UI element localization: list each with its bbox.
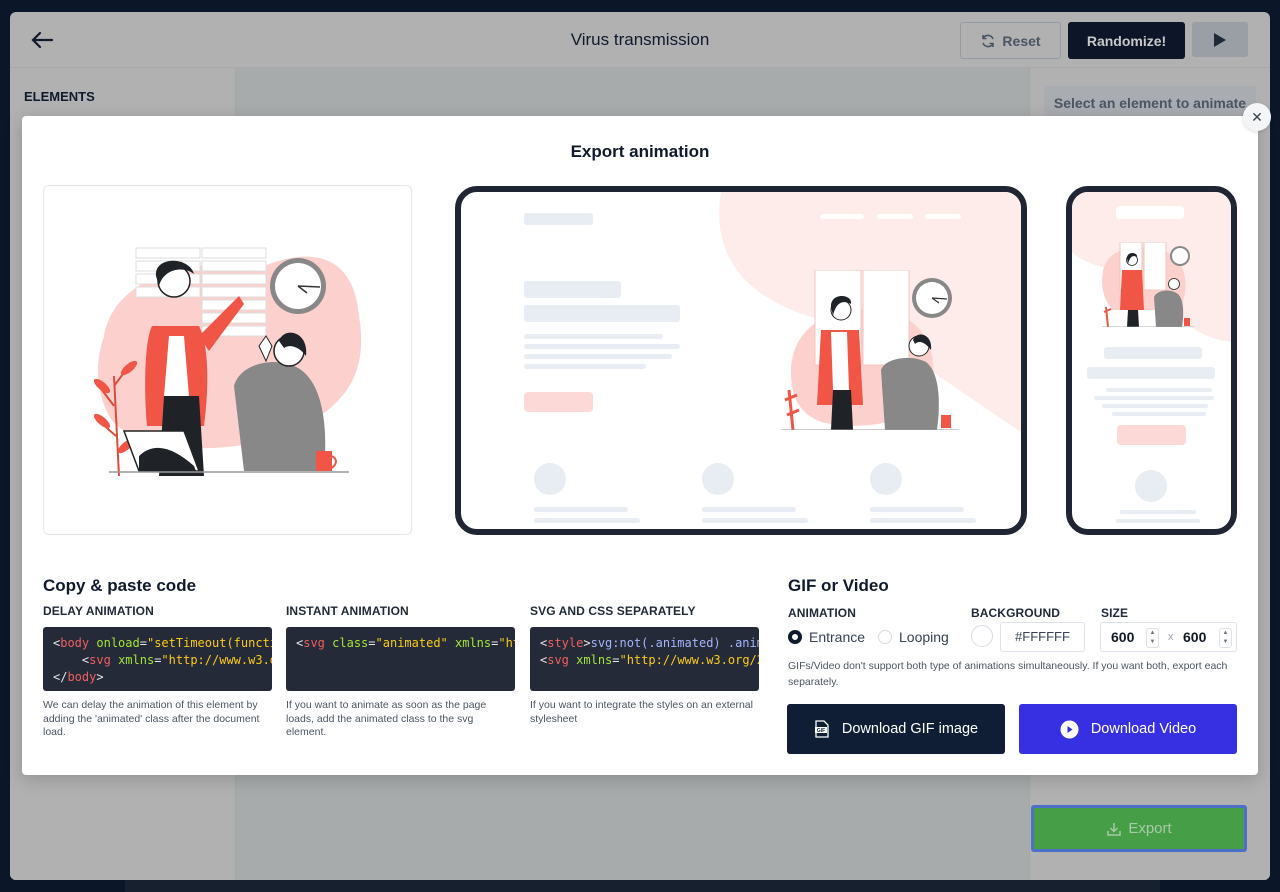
logo-skeleton <box>524 213 593 225</box>
coffee-mug <box>316 451 337 471</box>
animation-label: ANIMATION <box>788 606 857 620</box>
text-skeleton <box>524 334 663 339</box>
nav-skeleton <box>877 214 913 219</box>
illustration <box>93 247 362 477</box>
mobile-heading-skeleton <box>1104 347 1202 359</box>
code-line: </body> <box>53 670 104 684</box>
elements-heading: ELEMENTS <box>24 89 95 104</box>
download-icon <box>1107 822 1122 836</box>
code-line: <svg xmlns="http://www.w3.org <box>81 653 272 667</box>
mobile-text-skeleton <box>1106 388 1212 392</box>
mobile-text-skeleton <box>1094 396 1214 400</box>
feature-icon-skeleton <box>870 463 902 495</box>
mobile-cta-skeleton <box>1117 425 1186 445</box>
code-line: <svg xmlns="http://www.w3.org/20 <box>540 653 759 667</box>
preview-mobile[interactable] <box>1066 186 1237 535</box>
width-input[interactable]: 600 <box>1111 629 1134 645</box>
gif-video-title: GIF or Video <box>788 576 889 595</box>
mobile-feature-icon-skeleton <box>1135 470 1167 502</box>
feature-text-skeleton <box>702 507 796 512</box>
background-label: BACKGROUND <box>971 606 1060 620</box>
code-line: <svg class="animated" xmlns="http <box>296 636 515 650</box>
feature-text-skeleton <box>702 518 808 523</box>
looping-label[interactable]: Looping <box>899 629 949 645</box>
feature-icon-skeleton <box>702 463 734 495</box>
mobile-logo-skeleton <box>1116 206 1184 219</box>
svg-css-code[interactable]: <style>svg:not(.animated) .anima <svg xm… <box>530 627 759 691</box>
export-button[interactable]: Export <box>1031 805 1247 852</box>
svg-text:GIF: GIF <box>817 728 825 734</box>
bottom-bar <box>125 880 1160 892</box>
text-skeleton <box>524 364 646 369</box>
copy-code-title: Copy & paste code <box>43 576 197 595</box>
text-skeleton <box>524 344 680 349</box>
cta-skeleton <box>524 392 593 412</box>
instant-animation-code[interactable]: <svg class="animated" xmlns="http <box>286 627 515 691</box>
reset-label: Reset <box>1002 32 1041 49</box>
preview-desktop[interactable] <box>455 186 1027 535</box>
code-line: <body onload="setTimeout(function <box>53 636 272 650</box>
play-icon <box>1214 32 1226 47</box>
mobile-text-skeleton <box>1102 404 1208 408</box>
download-video-label: Download Video <box>1090 721 1197 737</box>
feature-text-skeleton <box>534 507 628 512</box>
close-modal-button[interactable]: ✕ <box>1243 103 1271 131</box>
modal-title: Export animation <box>570 142 710 161</box>
randomize-button[interactable]: Randomize! <box>1068 22 1185 59</box>
close-icon: ✕ <box>1251 108 1263 125</box>
gif-video-note: GIFs/Video don't support both type of an… <box>788 660 1228 688</box>
preview-square[interactable] <box>43 185 412 535</box>
size-label: SIZE <box>1101 606 1129 620</box>
instant-animation-label: INSTANT ANIMATION <box>286 604 409 618</box>
download-gif-label: Download GIF image <box>841 721 979 737</box>
nav-skeleton <box>925 214 961 219</box>
size-separator: x <box>1168 631 1174 643</box>
delay-animation-label: DELAY ANIMATION <box>43 604 154 618</box>
feature-text-skeleton <box>870 518 976 523</box>
height-input[interactable]: 600 <box>1183 629 1206 645</box>
svg-css-description: If you want to integrate the styles on a… <box>530 699 753 725</box>
size-inputs: 600 ▲ ▼ x 600 ▲ ▼ <box>1100 622 1237 652</box>
delay-animation-description: We can delay the animation of this eleme… <box>43 699 260 738</box>
mobile-feature-text-skeleton <box>1116 519 1200 523</box>
editor-header: Virus transmission Reset Randomize! <box>10 12 1270 68</box>
desktop-illustration <box>781 270 959 430</box>
export-label: Export <box>1128 820 1172 837</box>
code-line: <style>svg:not(.animated) .anima <box>540 636 759 650</box>
gif-file-icon: GIF <box>814 720 829 738</box>
delay-animation-code[interactable]: <body onload="setTimeout(function <svg x… <box>43 627 272 691</box>
export-modal: Export animation Copy & paste code DELAY… <box>22 116 1258 775</box>
mobile-text-skeleton <box>1112 412 1206 416</box>
mobile-feature-text-skeleton <box>1120 510 1196 514</box>
text-skeleton <box>524 354 672 359</box>
download-gif-button[interactable]: GIF Download GIF image <box>787 704 1005 754</box>
svg-css-label: SVG AND CSS SEPARATELY <box>530 604 696 618</box>
height-stepper[interactable]: ▲ ▼ <box>1219 628 1232 648</box>
heading-skeleton <box>524 305 680 322</box>
download-video-button[interactable]: Download Video <box>1019 704 1237 754</box>
refresh-icon <box>982 34 995 47</box>
entrance-label[interactable]: Entrance <box>809 629 865 645</box>
play-button[interactable] <box>1192 22 1248 57</box>
width-stepper[interactable]: ▲ ▼ <box>1146 628 1159 648</box>
feature-icon-skeleton <box>534 463 566 495</box>
mobile-illustration <box>1102 242 1194 327</box>
feature-text-skeleton <box>534 518 640 523</box>
nav-skeleton <box>820 214 864 219</box>
heading-skeleton <box>524 281 621 298</box>
background-color-swatch[interactable] <box>971 625 993 647</box>
wall-clock <box>270 258 326 314</box>
looping-radio[interactable] <box>878 630 892 644</box>
instant-animation-description: If you want to animate as soon as the pa… <box>286 699 487 738</box>
feature-text-skeleton <box>870 507 964 512</box>
reset-button[interactable]: Reset <box>960 22 1061 59</box>
background-color-input[interactable]: #FFFFFF <box>1000 622 1085 652</box>
entrance-radio[interactable] <box>788 630 802 644</box>
mobile-heading-skeleton <box>1087 367 1215 379</box>
play-circle-icon <box>1060 720 1079 738</box>
